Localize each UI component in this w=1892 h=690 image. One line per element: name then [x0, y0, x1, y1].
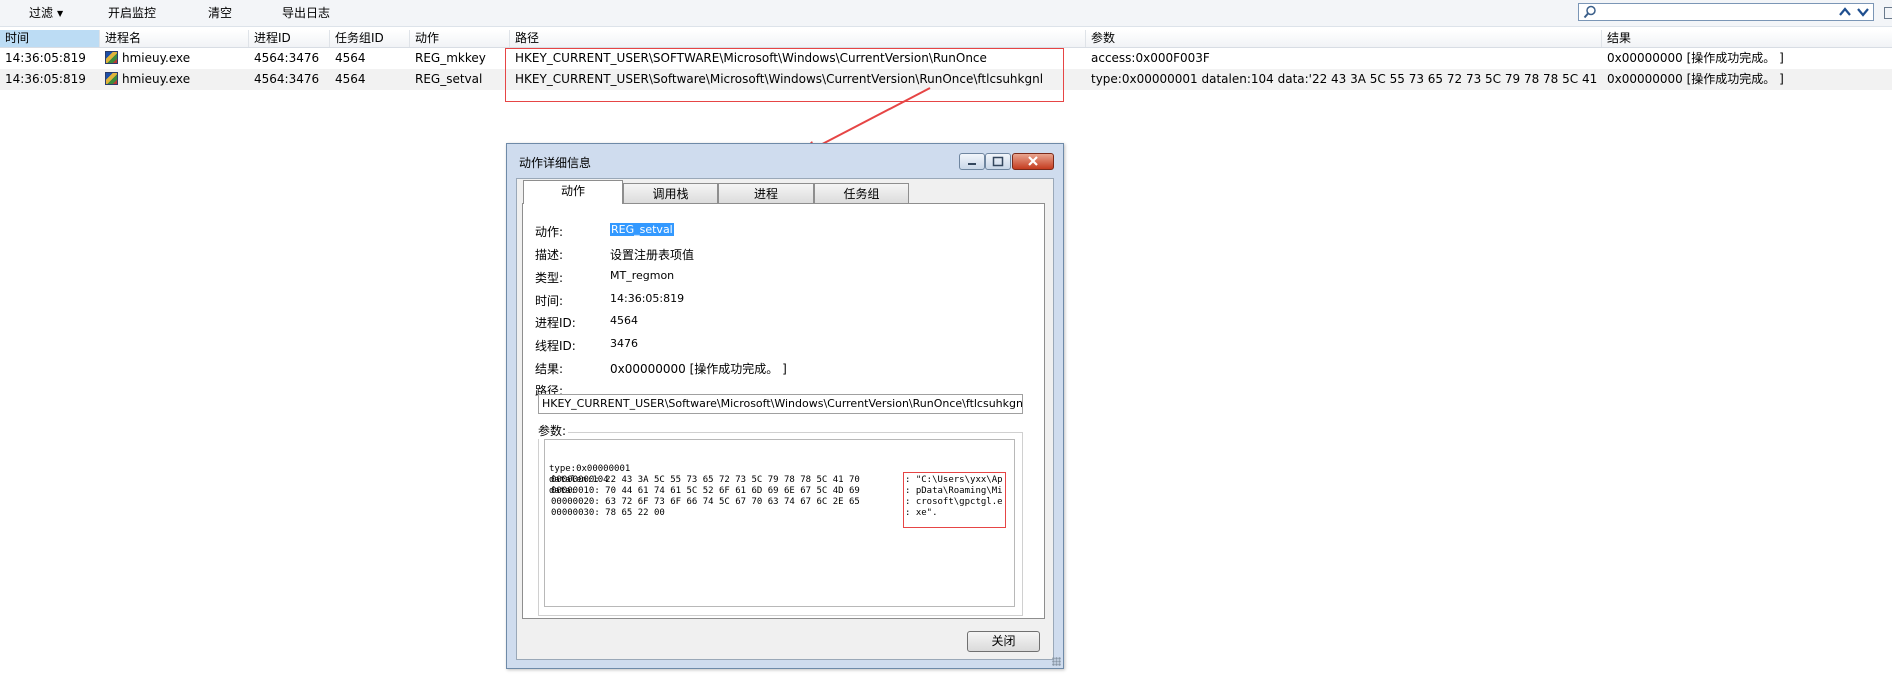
hex-line: 00000020: 63 72 6F 73 6F 66 74 5C 67 70 …: [551, 497, 860, 507]
cell-pid: 4564:3476: [254, 51, 320, 65]
cell-process: hmieuy.exe: [100, 69, 249, 90]
tab-call-stack[interactable]: 调用栈: [623, 183, 718, 203]
column-header-result[interactable]: 结果: [1602, 30, 1892, 47]
cell-process-name: hmieuy.exe: [122, 72, 191, 86]
field-value-result: 0x00000000 [操作成功完成。 ]: [610, 362, 787, 376]
field-value-time: 14:36:05:819: [610, 292, 685, 305]
hex-line: 00000000: 22 43 3A 5C 55 73 65 72 73 5C …: [551, 475, 860, 485]
column-header-group[interactable]: 任务组ID: [330, 30, 410, 47]
field-value-description: 设置注册表项值: [610, 248, 695, 262]
field-label-tid: 线程ID:: [535, 339, 576, 353]
clear-button[interactable]: 清空: [208, 5, 232, 21]
filter-button[interactable]: 过滤 ▼: [29, 5, 63, 21]
column-header-path[interactable]: 路径: [510, 30, 1086, 47]
cell-result: 0x00000000 [操作成功完成。 ]: [1607, 51, 1784, 65]
tab-panel-action: 动作: REG_setval 描述: 设置注册表项值 类型: MT_regmon…: [522, 203, 1045, 619]
field-label-pid: 进程ID:: [535, 316, 576, 330]
chevron-up-icon[interactable]: [1838, 5, 1852, 19]
minimize-icon: [968, 163, 976, 165]
minimize-button[interactable]: [959, 153, 985, 170]
params-textarea[interactable]: type:0x00000001 datalen:104 data: 000000…: [544, 439, 1015, 607]
path-field[interactable]: HKEY_CURRENT_USER\Software\Microsoft\Win…: [538, 394, 1023, 414]
cell-pid: 4564:3476: [254, 72, 320, 86]
process-icon: [105, 51, 118, 64]
cell-time: 14:36:05:819: [5, 72, 86, 86]
cell-params: type:0x00000001 datalen:104 data:'22 43 …: [1091, 72, 1602, 86]
field-value-pid: 4564: [610, 314, 638, 327]
maximize-icon: [992, 156, 1004, 167]
action-detail-dialog: 动作详细信息 动作 调用栈 进程 任务组 动作: REG_setval 描述: …: [506, 143, 1064, 669]
dialog-body: 动作 调用栈 进程 任务组 动作: REG_setval 描述: 设置注册表项值…: [516, 178, 1054, 660]
column-header-time[interactable]: 时间: [0, 30, 100, 47]
params-label: 参数:: [538, 422, 569, 439]
filter-label: 过滤: [29, 6, 54, 20]
search-icon: [1583, 5, 1596, 19]
export-log-button[interactable]: 导出日志: [282, 5, 330, 21]
close-icon: [1028, 156, 1038, 166]
cell-group: 4564: [335, 51, 366, 65]
column-header-process[interactable]: 进程名: [100, 30, 249, 47]
field-label-action: 动作:: [535, 225, 564, 239]
field-value-tid: 3476: [610, 337, 638, 350]
field-label-type: 类型:: [535, 271, 564, 285]
process-icon: [105, 72, 118, 85]
dialog-title: 动作详细信息: [519, 156, 592, 170]
column-header-action[interactable]: 动作: [410, 30, 510, 47]
start-monitor-button[interactable]: 开启监控: [108, 5, 156, 21]
path-highlight-box: [505, 48, 1064, 102]
tab-action[interactable]: 动作: [523, 180, 623, 204]
close-window-button[interactable]: [1012, 153, 1054, 170]
selected-action-text: REG_setval: [610, 223, 674, 236]
search-input[interactable]: [1578, 3, 1874, 21]
cell-time: 14:36:05:819: [5, 51, 86, 65]
field-label-result: 结果:: [535, 362, 564, 376]
table-header: 时间 进程名 进程ID 任务组ID 动作 路径 参数 结果: [0, 30, 1892, 48]
tab-process[interactable]: 进程: [718, 183, 814, 203]
resize-grip-icon[interactable]: [1052, 657, 1061, 666]
close-button[interactable]: 关闭: [967, 631, 1040, 652]
hex-line: 00000030: 78 65 22 00: [551, 508, 665, 518]
ascii-highlight-box: [903, 472, 1006, 528]
cell-action: REG_setval: [415, 72, 483, 86]
field-label-time: 时间:: [535, 294, 564, 308]
cell-params: access:0x000F003F: [1091, 51, 1210, 65]
chevron-down-icon: ▼: [57, 9, 64, 18]
cell-group: 4564: [335, 72, 366, 86]
cell-action: REG_mkkey: [415, 51, 486, 65]
column-header-pid[interactable]: 进程ID: [249, 30, 330, 47]
field-label-description: 描述:: [535, 248, 564, 262]
cell-result: 0x00000000 [操作成功完成。 ]: [1607, 72, 1784, 86]
field-value-action[interactable]: REG_setval: [610, 223, 674, 236]
cell-process: hmieuy.exe: [100, 48, 249, 69]
tab-task-group[interactable]: 任务组: [814, 183, 909, 203]
column-header-params[interactable]: 参数: [1086, 30, 1602, 47]
cell-process-name: hmieuy.exe: [122, 51, 191, 65]
field-value-type: MT_regmon: [610, 269, 675, 282]
hex-line: 00000010: 70 44 61 74 61 5C 52 6F 61 6D …: [551, 486, 860, 496]
toolbar: 过滤 ▼ 开启监控 清空 导出日志: [0, 0, 1892, 27]
panel-toggle-icon[interactable]: [1884, 7, 1892, 19]
chevron-down-icon[interactable]: [1856, 5, 1870, 19]
params-group: type:0x00000001 datalen:104 data: 000000…: [538, 432, 1023, 616]
maximize-button[interactable]: [985, 153, 1011, 170]
